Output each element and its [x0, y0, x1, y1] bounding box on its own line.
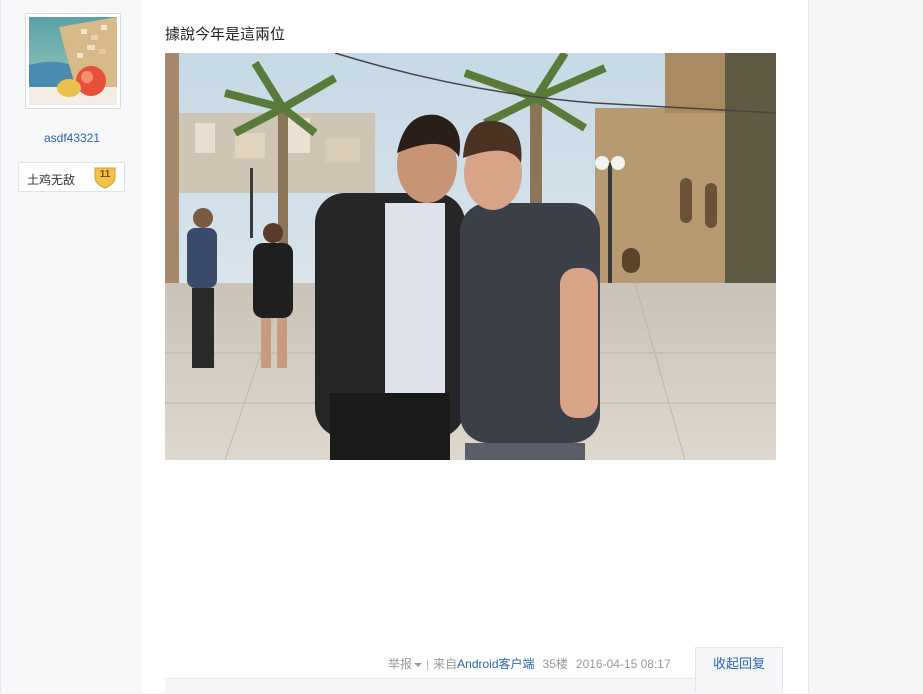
reply-area — [165, 678, 695, 694]
avatar-image — [29, 17, 117, 105]
post-timestamp: 2016-04-15 08:17 — [575, 657, 671, 671]
floor-number: 35楼 — [542, 657, 568, 671]
post-tail: 举报 | 来自Android客户端 35楼 2016-04-15 08:17 — [388, 655, 671, 672]
username-link[interactable]: asdf43321 — [1, 131, 143, 145]
post-photo[interactable] — [165, 53, 776, 460]
avatar[interactable] — [25, 13, 121, 109]
level-badge[interactable]: 土鸡无敌 11 — [18, 162, 125, 192]
author-sidebar: asdf43321 土鸡无敌 11 — [0, 0, 143, 693]
source-client-link[interactable]: Android客户端 — [457, 657, 534, 671]
tail-separator: | — [426, 657, 430, 671]
level-name: 土鸡无敌 — [27, 173, 76, 187]
report-link[interactable]: 举报 — [388, 657, 423, 671]
right-gutter — [808, 0, 923, 693]
collapse-replies-button[interactable]: 收起回复 — [695, 647, 783, 693]
level-number: 11 — [99, 169, 111, 180]
post-text: 據說今年是這兩位 — [165, 26, 286, 43]
chevron-down-icon — [414, 662, 423, 667]
report-label: 举报 — [388, 657, 413, 671]
source-prefix: 来自 — [433, 657, 458, 671]
